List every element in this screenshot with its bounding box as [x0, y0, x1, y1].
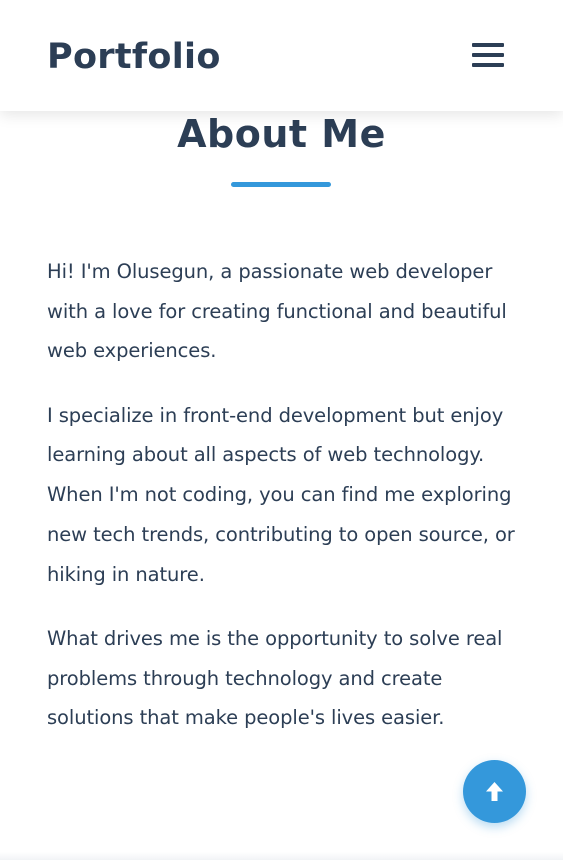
- back-to-top-button[interactable]: [463, 760, 526, 823]
- brand-logo-link[interactable]: Portfolio: [47, 33, 221, 81]
- menu-bar-middle: [472, 53, 504, 57]
- about-section: About Me Hi! I'm Olusegun, a passionate …: [0, 0, 563, 860]
- about-paragraph-intro: Hi! I'm Olusegun, a passionate web devel…: [47, 260, 507, 363]
- page: About Me Hi! I'm Olusegun, a passionate …: [0, 0, 563, 860]
- hamburger-menu-button[interactable]: [470, 40, 506, 72]
- menu-bar-bottom: [472, 63, 504, 67]
- arrow-up-icon: [486, 782, 503, 801]
- about-text: Hi! I'm Olusegun, a passionate web devel…: [47, 252, 522, 763]
- bottom-fade: [0, 852, 563, 860]
- site-header: Portfolio: [0, 0, 563, 111]
- about-paragraph-specialty: I specialize in front-end development bu…: [47, 403, 515, 586]
- title-underline: [231, 182, 331, 187]
- about-paragraph-motivation: What drives me is the opportunity to sol…: [47, 626, 503, 730]
- menu-bar-top: [472, 43, 504, 47]
- section-title: About Me: [177, 112, 386, 156]
